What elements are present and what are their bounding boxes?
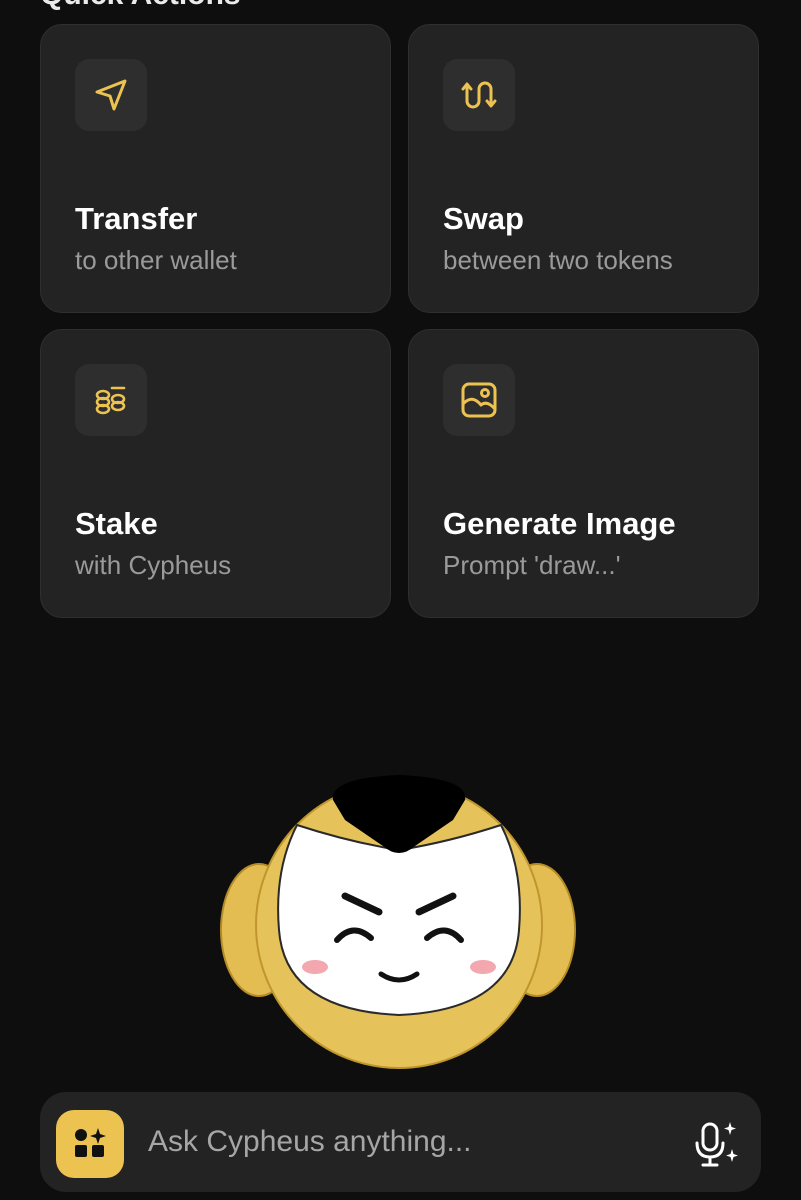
generate-image-title: Generate Image [443, 506, 676, 541]
generate-image-card[interactable]: Generate Image Prompt 'draw...' [408, 329, 759, 618]
swap-subtitle: between two tokens [443, 245, 673, 275]
stake-card[interactable]: Stake with Cypheus [40, 329, 391, 618]
image-icon [461, 382, 497, 418]
apps-button[interactable] [56, 1110, 124, 1178]
ask-bar [40, 1092, 761, 1192]
quick-actions-grid: Transfer to other wallet Swap between tw… [40, 24, 759, 618]
stake-title: Stake [75, 506, 158, 541]
send-icon [95, 79, 127, 111]
mic-button[interactable] [689, 1118, 743, 1172]
generate-image-subtitle: Prompt 'draw...' [443, 550, 621, 580]
mic-sparkle-icon [695, 1122, 738, 1167]
transfer-subtitle: to other wallet [75, 245, 237, 275]
stake-subtitle: with Cypheus [75, 550, 232, 580]
mascot-left-cheek [302, 960, 328, 974]
mascot-right-cheek [470, 960, 496, 974]
transfer-title: Transfer [75, 201, 198, 236]
cypheus-mascot [220, 775, 576, 1069]
transfer-card[interactable]: Transfer to other wallet [40, 24, 391, 313]
section-title: Quick Actions [40, 0, 241, 12]
stake-icon-box [75, 364, 147, 436]
swap-title: Swap [443, 201, 524, 236]
apps-sparkle-icon [75, 1128, 106, 1157]
mascot-face [277, 823, 521, 1017]
transfer-icon-box [75, 59, 147, 131]
swap-icon [461, 81, 497, 109]
swap-card[interactable]: Swap between two tokens [408, 24, 759, 313]
ask-input[interactable] [148, 1112, 668, 1172]
swap-icon-box [443, 59, 515, 131]
home-screen: Quick Actions Transfer to other wallet S… [0, 0, 801, 1200]
stake-coins-icon [95, 386, 126, 415]
generate-image-icon-box [443, 364, 515, 436]
